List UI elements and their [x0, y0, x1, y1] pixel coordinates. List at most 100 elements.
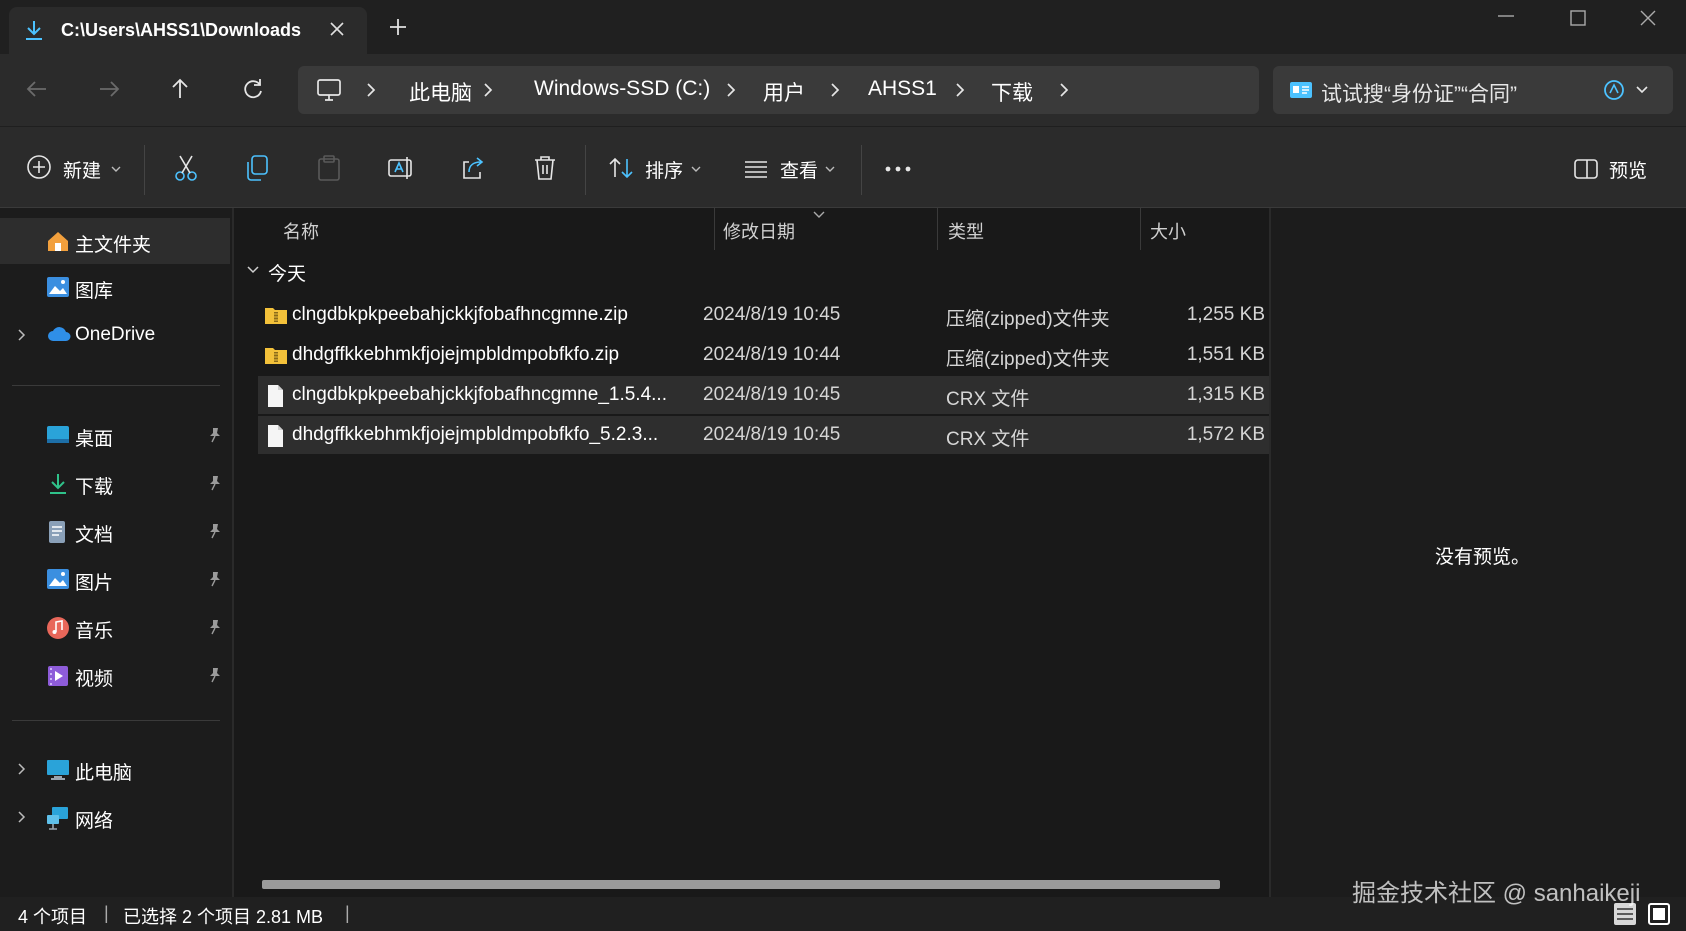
- sidebar-item-home[interactable]: 主文件夹: [0, 218, 230, 264]
- chevron-down-icon[interactable]: [1635, 84, 1649, 96]
- pin-icon[interactable]: [208, 619, 222, 635]
- breadcrumb-drive-c[interactable]: Windows-SSD (C:): [534, 77, 710, 101]
- sidebar-item-onedrive[interactable]: OneDrive: [0, 312, 230, 358]
- breadcrumb-ahss1[interactable]: AHSS1: [868, 77, 937, 101]
- sidebar-item-music[interactable]: 音乐: [0, 604, 230, 650]
- file-date: 2024/8/19 10:45: [703, 424, 841, 445]
- file-row[interactable]: dhdgffkkebhmkfjojejmpbldmpobfkfo_5.2.3..…: [258, 416, 1269, 454]
- more-options-icon[interactable]: [884, 165, 912, 173]
- delete-icon[interactable]: [532, 154, 558, 182]
- pin-icon[interactable]: [208, 667, 222, 683]
- forward-arrow-icon[interactable]: [96, 76, 122, 102]
- chevron-right-icon[interactable]: [364, 82, 378, 98]
- breadcrumb-this-pc[interactable]: 此电脑: [409, 77, 472, 107]
- chevron-down-icon: [824, 164, 836, 174]
- home-icon: [46, 230, 70, 252]
- pin-icon[interactable]: [208, 571, 222, 587]
- sidebar-item-label: 主文件夹: [75, 235, 152, 256]
- sidebar-item-network[interactable]: 网络: [0, 794, 230, 840]
- rename-icon[interactable]: [387, 154, 415, 182]
- id-card-icon: [1289, 81, 1313, 99]
- watermark: 掘金技术社区 @ sanhaikeji: [1352, 880, 1641, 907]
- chevron-right-icon[interactable]: [16, 810, 28, 824]
- sidebar-item-label: 下载: [75, 477, 114, 498]
- command-bar: 新建 排序 查看 预览: [0, 126, 1686, 208]
- breadcrumb-downloads[interactable]: 下载: [991, 77, 1033, 107]
- close-icon[interactable]: [327, 19, 347, 39]
- gallery-icon: [46, 276, 70, 298]
- desktop-icon: [46, 424, 70, 446]
- chevron-right-icon[interactable]: [828, 82, 842, 98]
- view-button[interactable]: 查看: [743, 155, 839, 185]
- up-arrow-icon[interactable]: [167, 76, 193, 102]
- chevron-right-icon[interactable]: [1057, 82, 1071, 98]
- sidebar-item-label: 桌面: [75, 429, 114, 450]
- chevron-down-icon: [246, 264, 260, 276]
- sidebar-item-this-pc[interactable]: 此电脑: [0, 746, 230, 792]
- sidebar-item-label: 图库: [75, 281, 114, 302]
- back-arrow-icon[interactable]: [24, 76, 50, 102]
- new-button[interactable]: 新建: [26, 154, 126, 184]
- file-row[interactable]: dhdgffkkebhmkfjojejmpbldmpobfkfo.zip 202…: [258, 336, 1269, 374]
- sidebar-item-pictures[interactable]: 图片: [0, 556, 230, 602]
- search-input[interactable]: 试试搜“身份证”“合同”: [1273, 66, 1673, 114]
- pin-icon[interactable]: [208, 523, 222, 539]
- file-row[interactable]: clngdbkpkpeebahjckkjfobafhncgmne_1.5.4..…: [258, 376, 1269, 414]
- toolbar-divider: [144, 145, 145, 195]
- tiles-view-icon[interactable]: [1646, 901, 1672, 927]
- sidebar-item-videos[interactable]: 视频: [0, 652, 230, 698]
- file-type: 压缩(zipped)文件夹: [946, 309, 1110, 330]
- sidebar-divider: [12, 720, 220, 721]
- cut-icon[interactable]: [173, 154, 199, 182]
- column-header-name[interactable]: 名称: [283, 218, 319, 244]
- file-size: 1,572 KB: [1186, 424, 1265, 445]
- navigation-pane: 主文件夹 图库 OneDrive 桌面 下载 文档 图片 音乐 视频 此电脑 网…: [0, 208, 232, 897]
- chevron-down-icon: [110, 164, 122, 174]
- file-row[interactable]: clngdbkpkpeebahjckkjfobafhncgmne.zip 202…: [258, 296, 1269, 334]
- sidebar-item-label: 视频: [75, 669, 114, 690]
- picture-icon: [46, 568, 70, 590]
- preview-pane: 没有预览。: [1269, 208, 1686, 897]
- sidebar-item-label: 此电脑: [75, 763, 133, 784]
- column-divider[interactable]: [937, 208, 938, 250]
- column-header-size[interactable]: 大小: [1150, 218, 1186, 244]
- sidebar-item-downloads[interactable]: 下载: [0, 460, 230, 506]
- column-header-date[interactable]: 修改日期: [704, 218, 795, 244]
- copilot-icon[interactable]: [1603, 79, 1625, 101]
- pin-icon[interactable]: [208, 427, 222, 443]
- preview-label: 预览: [1609, 161, 1648, 182]
- chevron-right-icon[interactable]: [724, 82, 738, 98]
- maximize-icon[interactable]: [1568, 8, 1588, 28]
- share-icon[interactable]: [459, 154, 487, 182]
- tab-downloads[interactable]: C:\Users\AHSS1\Downloads: [9, 7, 367, 54]
- paste-icon[interactable]: [316, 154, 342, 182]
- sidebar-item-documents[interactable]: 文档: [0, 508, 230, 554]
- preview-pane-button[interactable]: 预览: [1573, 155, 1653, 185]
- search-placeholder: 试试搜“身份证”“合同”: [1321, 83, 1517, 106]
- refresh-icon[interactable]: [240, 76, 266, 102]
- cloud-icon: [46, 324, 72, 344]
- sidebar-item-gallery[interactable]: 图库: [0, 264, 230, 310]
- zip-folder-icon: [264, 304, 288, 326]
- file-icon: [264, 384, 286, 408]
- new-tab-button[interactable]: [388, 17, 408, 37]
- plus-circle-icon: [26, 154, 52, 180]
- minimize-icon[interactable]: [1496, 14, 1516, 18]
- chevron-right-icon[interactable]: [481, 82, 495, 98]
- file-date: 2024/8/19 10:44: [703, 344, 841, 365]
- sort-button[interactable]: 排序: [608, 155, 704, 185]
- horizontal-scrollbar[interactable]: [262, 880, 1220, 889]
- column-divider[interactable]: [1140, 208, 1141, 250]
- window-close-icon[interactable]: [1638, 8, 1658, 28]
- chevron-right-icon[interactable]: [953, 82, 967, 98]
- column-header-type[interactable]: 类型: [948, 218, 984, 244]
- pin-icon[interactable]: [208, 475, 222, 491]
- address-bar[interactable]: 此电脑 Windows-SSD (C:) 用户 AHSS1 下载: [298, 66, 1259, 114]
- chevron-right-icon[interactable]: [16, 762, 28, 776]
- copy-icon[interactable]: [244, 154, 270, 182]
- sidebar-item-desktop[interactable]: 桌面: [0, 412, 230, 458]
- chevron-right-icon[interactable]: [16, 328, 28, 342]
- file-date: 2024/8/19 10:45: [703, 304, 841, 325]
- file-size: 1,551 KB: [1186, 344, 1265, 365]
- breadcrumb-users[interactable]: 用户: [763, 77, 805, 107]
